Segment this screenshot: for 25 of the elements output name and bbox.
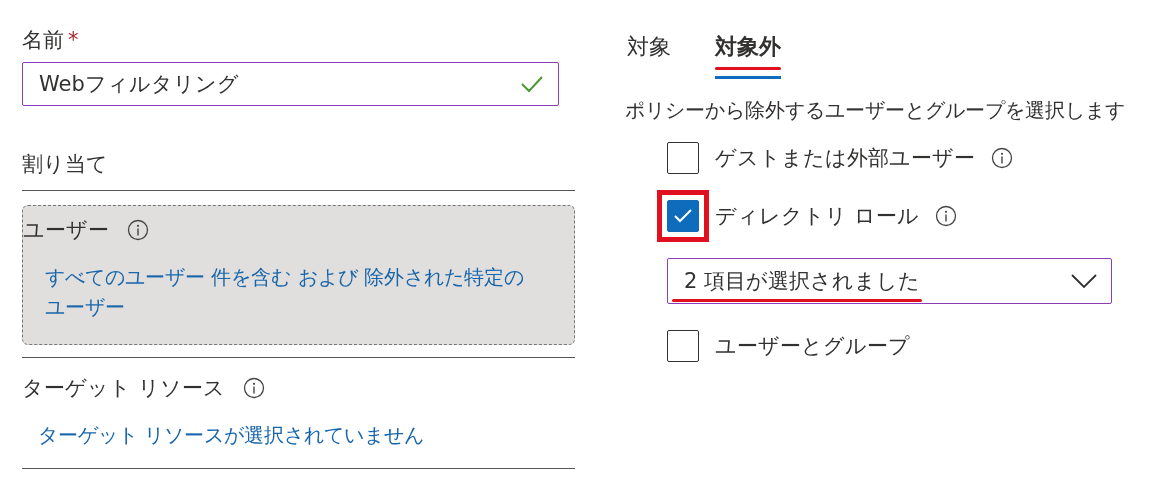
target-label: ターゲット リソース [22,375,225,402]
section-heading: 割り当て [22,152,108,176]
checkbox[interactable] [667,142,699,174]
target-link[interactable]: ターゲット リソースが選択されていません [22,420,575,450]
roles-dropdown[interactable]: 2 項目が選択されました [667,258,1112,304]
tab[interactable]: 対象 [627,32,671,79]
option-label: ディレクトリ ロール [715,203,919,230]
users-link[interactable]: すべてのユーザー 件を含む および 除外された特定のユーザー [23,262,574,322]
checkbox[interactable] [667,200,699,232]
checkbox[interactable] [667,330,699,362]
checkmark-icon [673,208,693,224]
users-label: ユーザー [23,217,109,244]
info-icon[interactable] [934,205,957,227]
name-label: 名前 [22,27,64,54]
chevron-down-icon [1071,274,1097,288]
tab[interactable]: 対象外 [715,32,781,79]
info-icon[interactable] [991,147,1013,169]
info-icon[interactable] [127,219,149,241]
description: ポリシーから除外するユーザーとグループを選択します [625,97,1126,124]
info-icon[interactable] [242,377,265,399]
name-field[interactable]: Webフィルタリング [22,62,559,106]
users-panel[interactable]: ユーザー すべてのユーザー 件を含む および 除外された特定のユーザー [22,205,575,345]
required-mark: * [68,28,79,52]
option-label: ゲストまたは外部ユーザー [715,145,975,172]
option-label: ユーザーとグループ [715,333,910,360]
